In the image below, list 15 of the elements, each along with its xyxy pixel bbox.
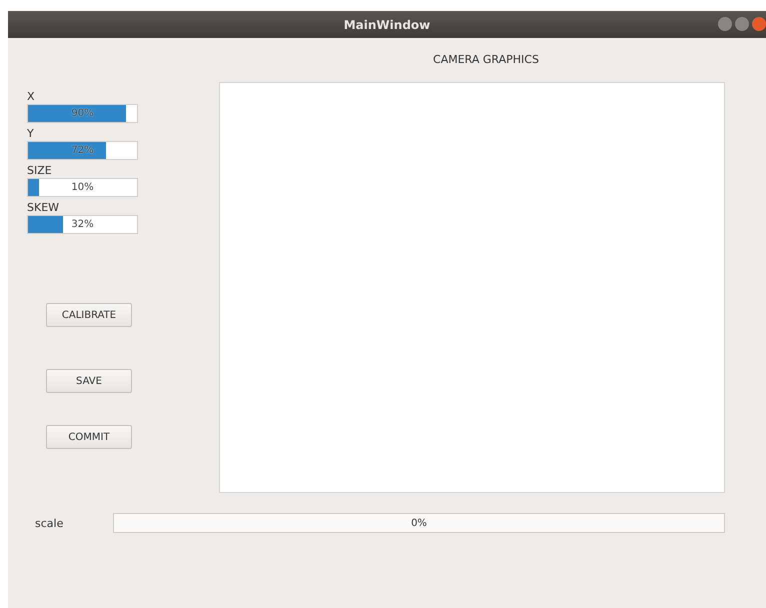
progress-reading: 90% [71,108,94,119]
progress-reading: 10% [71,182,94,193]
window-title: MainWindow [344,18,430,32]
slider-label: Y [27,126,35,141]
slider-label: SIZE [27,163,53,178]
progress-reading: 32% [71,219,94,230]
action-button[interactable]: COMMIT [46,425,132,449]
slider-label: SKEW [27,200,60,215]
slider-label: X [27,89,36,104]
progress-reading: 72% [71,145,94,156]
action-button[interactable]: SAVE [46,369,132,393]
progress-reading: 0% [411,518,427,528]
scale-label: scale [35,516,64,530]
action-button[interactable]: CALIBRATE [46,303,132,327]
graphics-title: CAMERA GRAPHICS [433,53,539,67]
